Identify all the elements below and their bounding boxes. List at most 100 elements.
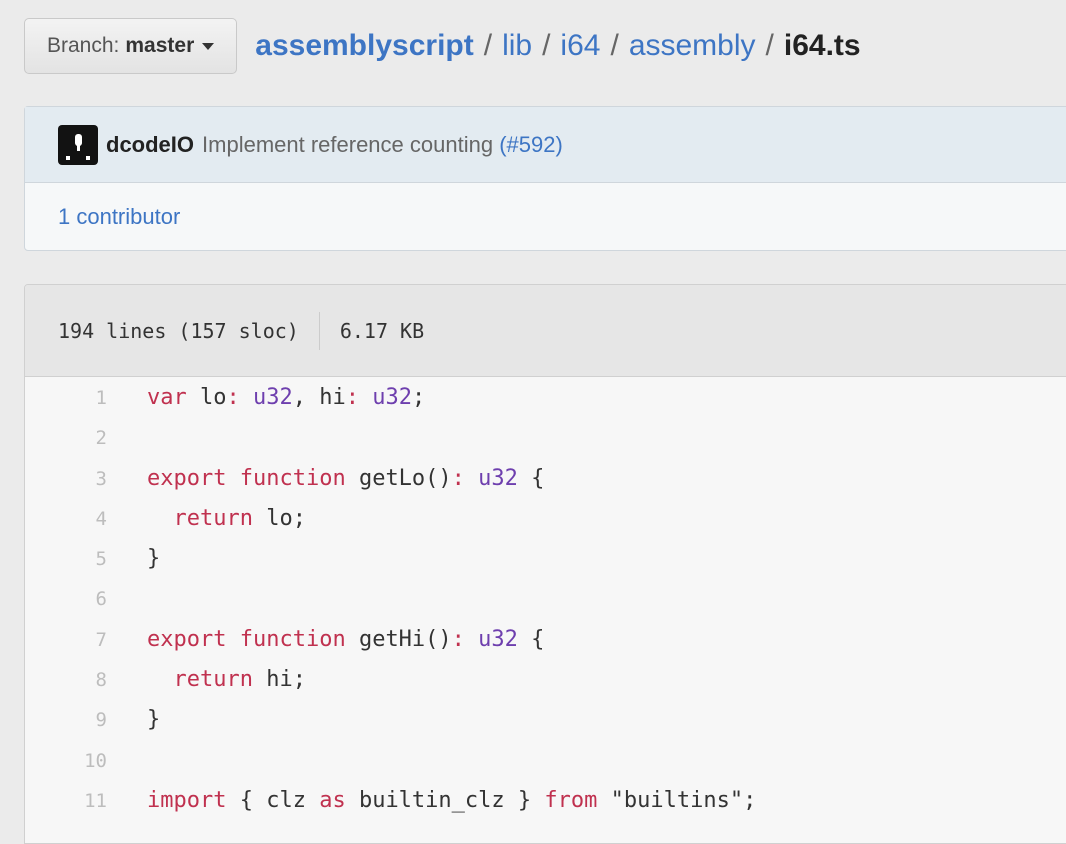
code-token: return xyxy=(173,667,253,693)
divider xyxy=(318,311,320,350)
code-line: 4 return lo; xyxy=(25,500,1066,540)
code-text: export function getHi(): u32 { xyxy=(147,627,544,652)
code-token: export xyxy=(147,465,227,491)
commit-message[interactable]: Implement reference counting (#592) xyxy=(202,132,563,158)
code-token: hi; xyxy=(252,667,306,693)
file-line-count: 194 lines (157 sloc) xyxy=(58,318,299,343)
code-line: 5} xyxy=(25,540,1066,580)
code-token: getLo() xyxy=(345,465,452,491)
code-line: 2 xyxy=(25,419,1066,459)
code-token: { clz xyxy=(226,787,320,813)
breadcrumb-lib-link[interactable]: lib xyxy=(502,29,532,63)
code-line: 1 var lo: u32, hi: u32; xyxy=(25,379,1066,419)
code-line: 9} xyxy=(25,701,1066,741)
commit-pr-link[interactable]: (#592) xyxy=(499,132,563,157)
code-token: "builtins" xyxy=(610,787,744,813)
code-text: return hi; xyxy=(147,667,306,692)
code-token: function xyxy=(239,626,346,652)
breadcrumb-assembly-link[interactable]: assembly xyxy=(629,29,756,63)
contributors-link[interactable]: 1 contributor xyxy=(25,183,1066,251)
breadcrumb-current-file: i64.ts xyxy=(783,29,861,62)
code-token: lo xyxy=(186,385,227,410)
code-token: { xyxy=(517,626,545,652)
file-size: 6.17 KB xyxy=(339,318,425,343)
line-number[interactable]: 9 xyxy=(25,709,107,731)
line-number[interactable]: 10 xyxy=(25,750,107,772)
avatar[interactable] xyxy=(58,124,98,165)
code-token: return xyxy=(173,505,253,531)
line-number[interactable]: 4 xyxy=(25,508,107,530)
code-token: { xyxy=(517,465,545,491)
commit-author-link[interactable]: dcodeIO xyxy=(106,132,194,158)
line-number[interactable]: 2 xyxy=(25,427,107,449)
code-token: var xyxy=(147,385,187,410)
commit-message-text[interactable]: Implement reference counting xyxy=(202,132,493,157)
code-token: import xyxy=(147,787,227,813)
code-text: import { clz as builtin_clz } from "buil… xyxy=(147,788,756,813)
code-token: as xyxy=(319,787,346,813)
line-number[interactable]: 3 xyxy=(25,468,107,490)
file-info-header: 194 lines (157 sloc) 6.17 KB xyxy=(25,285,1066,377)
line-number[interactable]: 8 xyxy=(25,669,107,691)
code-text: var lo: u32, hi: u32; xyxy=(147,385,425,410)
code-token: : xyxy=(226,385,240,410)
code-token: u32 xyxy=(478,465,518,491)
code-token: u32 xyxy=(253,385,293,410)
code-token: } xyxy=(147,546,161,572)
code-token: from xyxy=(544,787,598,813)
caret-down-icon xyxy=(202,42,215,50)
code-line: 10 xyxy=(25,742,1066,782)
code-token: export xyxy=(147,626,227,652)
line-number[interactable]: 5 xyxy=(25,548,107,570)
breadcrumb-separator: / xyxy=(483,29,493,62)
breadcrumb-separator: / xyxy=(542,29,551,62)
code-token: getHi() xyxy=(345,626,452,652)
commit-tease: dcodeIO Implement reference counting (#5… xyxy=(24,106,1066,251)
code-token: u32 xyxy=(372,385,412,410)
code-token: lo; xyxy=(252,505,306,531)
code-token: function xyxy=(239,465,346,491)
code-line: 6 xyxy=(25,580,1066,620)
branch-label: Branch: xyxy=(47,34,120,57)
code-token: } xyxy=(147,707,161,733)
code-token: : xyxy=(451,626,465,652)
breadcrumb-i64-link[interactable]: i64 xyxy=(560,29,600,63)
breadcrumb: assemblyscript / lib / i64 / assembly / … xyxy=(255,29,860,63)
line-number[interactable]: 11 xyxy=(25,790,107,812)
code-token: u32 xyxy=(478,626,518,652)
breadcrumb-repo-link[interactable]: assemblyscript xyxy=(255,29,473,63)
file-navigation: Branch: master assemblyscript / lib / i6… xyxy=(24,18,861,74)
code-text: } xyxy=(147,546,160,571)
line-number[interactable]: 6 xyxy=(25,588,107,610)
code-line: 8 return hi; xyxy=(25,661,1066,701)
code-token: builtin_clz } xyxy=(345,787,545,813)
code-token: ; xyxy=(743,787,757,813)
code-token: : xyxy=(345,385,359,410)
code-token: : xyxy=(451,465,465,491)
file-viewer: 194 lines (157 sloc) 6.17 KB 1 var lo: u3… xyxy=(24,284,1066,844)
breadcrumb-separator: / xyxy=(610,29,619,62)
code-token: ; xyxy=(411,385,426,410)
line-number[interactable]: 1 xyxy=(25,387,107,409)
breadcrumb-separator: / xyxy=(765,29,774,62)
latest-commit: dcodeIO Implement reference counting (#5… xyxy=(25,107,1066,183)
branch-name: master xyxy=(125,34,195,57)
code-line: 11 import { clz as builtin_clz } from "bu… xyxy=(25,782,1066,822)
code-listing: 1 var lo: u32, hi: u32; 2 3 export function … xyxy=(25,377,1066,822)
code-text: export function getLo(): u32 { xyxy=(147,466,544,491)
code-text: return lo; xyxy=(147,506,306,531)
line-number[interactable]: 7 xyxy=(25,629,107,651)
branch-select-button[interactable]: Branch: master xyxy=(24,18,238,74)
code-line: 7 export function getHi(): u32 { xyxy=(25,621,1066,661)
code-text: } xyxy=(147,707,160,732)
code-token: , hi xyxy=(292,385,346,410)
